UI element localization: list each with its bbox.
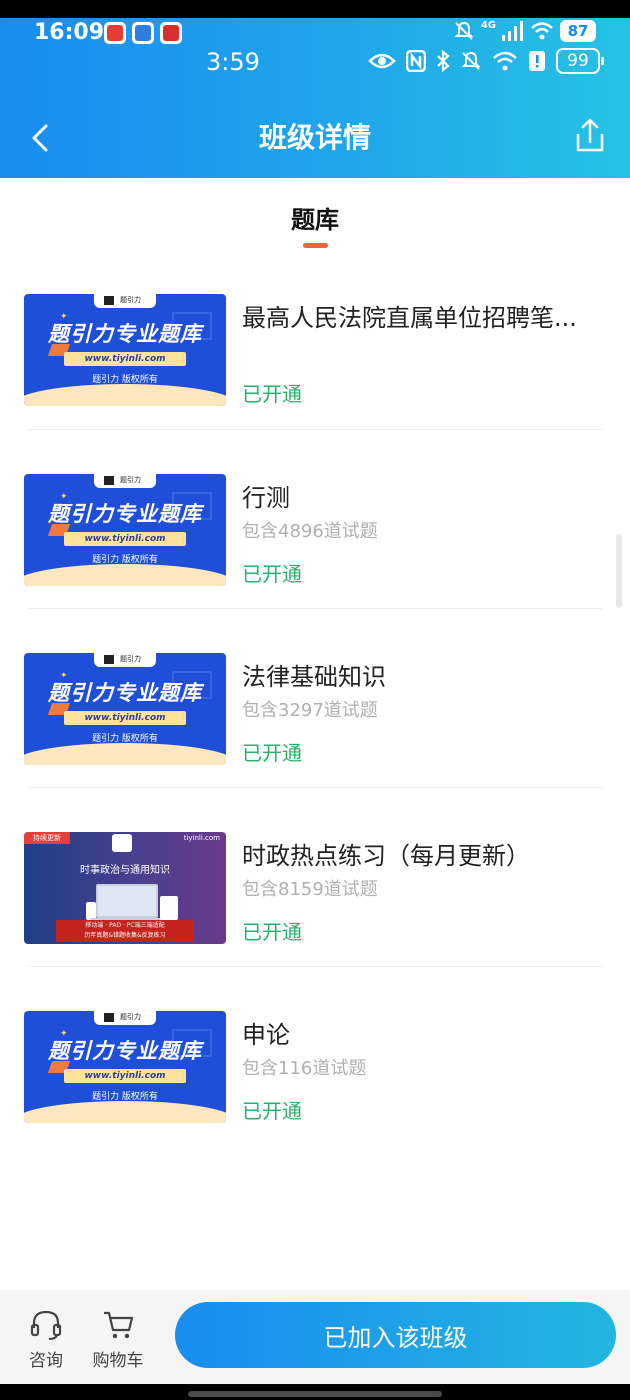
signal-icon bbox=[502, 21, 523, 41]
item-title: 行测 bbox=[242, 484, 290, 512]
app-notification-icon bbox=[132, 22, 154, 44]
item-status: 已开通 bbox=[242, 562, 302, 586]
brand-logo-icon bbox=[104, 476, 114, 485]
item-status: 已开通 bbox=[242, 1099, 302, 1123]
thumbnail-site: tiyinli.com bbox=[183, 834, 220, 842]
tab-active-indicator bbox=[303, 243, 328, 248]
nfc-icon bbox=[406, 50, 426, 72]
item-title: 最高人民法院直属单位招聘笔... bbox=[242, 304, 577, 332]
course-thumbnail: 题引力 ✦ 题引力专业题库 www.tiyinli.com 题引力 版权所有 bbox=[24, 294, 226, 406]
item-question-count: 包含4896道试题 bbox=[242, 521, 378, 542]
course-thumbnail: 题引力 ✦ 题引力专业题库 www.tiyinli.com 题引力 版权所有 bbox=[24, 1011, 226, 1123]
item-status: 已开通 bbox=[242, 920, 302, 944]
thumbnail-feature-line: 移动端 · PAD · PC端三端适配 bbox=[85, 922, 165, 929]
item-status: 已开通 bbox=[242, 741, 302, 765]
wifi-icon bbox=[493, 51, 517, 71]
thumbnail-logo-text: 题引力 bbox=[120, 296, 141, 304]
tab-question-bank[interactable]: 题库 bbox=[0, 200, 630, 235]
page-title: 班级详情 bbox=[258, 121, 371, 154]
thumbnail-feature-box: 移动端 · PAD · PC端三端适配 历年真题&错题收集&反复练习 bbox=[56, 920, 194, 942]
cart-button[interactable]: 购物车 bbox=[88, 1308, 148, 1371]
thumbnail-logo-text: 题引力 bbox=[120, 476, 141, 484]
scrollbar[interactable] bbox=[616, 534, 622, 608]
brand-logo-icon bbox=[104, 296, 114, 305]
item-title: 法律基础知识 bbox=[242, 663, 386, 691]
decorative-wave bbox=[24, 384, 226, 406]
course-thumbnail: 持续更新 tiyinli.com 时事政治与通用知识 移动端 · PAD · P… bbox=[24, 832, 226, 944]
update-tag: 持续更新 bbox=[24, 832, 70, 844]
cart-label: 购物车 bbox=[92, 1351, 144, 1371]
item-question-count: 包含116道试题 bbox=[242, 1058, 367, 1079]
decorative-wave bbox=[24, 564, 226, 586]
system-status-icons: 4G 87 bbox=[453, 20, 596, 42]
thumbnail-feature-line: 历年真题&错题收集&反复练习 bbox=[84, 932, 166, 939]
header: 16:09 4G 87 3:59 99 班级详情 bbox=[0, 0, 630, 178]
system-time: 16:09 bbox=[34, 20, 105, 45]
thumbnail-url: www.tiyinli.com bbox=[64, 711, 186, 725]
brand-logo-icon bbox=[104, 1013, 114, 1022]
thumbnail-logo-text: 题引力 bbox=[120, 1013, 141, 1021]
tablet-icon bbox=[160, 896, 178, 920]
alert-icon bbox=[529, 51, 545, 71]
joined-class-button[interactable]: 已加入该班级 bbox=[175, 1302, 616, 1368]
question-bank-item[interactable]: 题引力 ✦ 题引力专业题库 www.tiyinli.com 题引力 版权所有 申… bbox=[24, 966, 602, 1145]
course-thumbnail: 题引力 ✦ 题引力专业题库 www.tiyinli.com 题引力 版权所有 bbox=[24, 474, 226, 586]
status-strip bbox=[0, 0, 630, 18]
app-battery-indicator: 99 bbox=[556, 48, 604, 74]
thumbnail-url: www.tiyinli.com bbox=[64, 532, 186, 546]
thumbnail-url: www.tiyinli.com bbox=[64, 352, 186, 366]
item-question-count: 包含8159道试题 bbox=[242, 879, 378, 900]
decorative-wave bbox=[24, 743, 226, 765]
cart-icon bbox=[104, 1311, 134, 1339]
bluetooth-icon bbox=[437, 50, 450, 72]
thumbnail-url: www.tiyinli.com bbox=[64, 1069, 186, 1083]
question-bank-item[interactable]: 题引力 ✦ 题引力专业题库 www.tiyinli.com 题引力 版权所有 最… bbox=[24, 250, 602, 429]
question-bank-list: 题引力 ✦ 题引力专业题库 www.tiyinli.com 题引力 版权所有 最… bbox=[0, 250, 630, 1145]
network-type-label: 4G bbox=[480, 19, 496, 31]
battery-indicator: 87 bbox=[560, 20, 596, 42]
app-status-time: 3:59 bbox=[206, 48, 260, 76]
home-gesture-bar[interactable] bbox=[188, 1391, 442, 1397]
wifi-icon bbox=[531, 22, 553, 40]
thumbnail-logo-text: 题引力 bbox=[120, 655, 141, 663]
eye-icon bbox=[368, 53, 396, 69]
question-bank-item[interactable]: 题引力 ✦ 题引力专业题库 www.tiyinli.com 题引力 版权所有 行… bbox=[24, 429, 602, 608]
item-title: 申论 bbox=[242, 1021, 290, 1049]
item-title: 时政热点练习（每月更新） bbox=[242, 842, 530, 870]
item-question-count: 包含3297道试题 bbox=[242, 700, 378, 721]
question-bank-item[interactable]: 题引力 ✦ 题引力专业题库 www.tiyinli.com 题引力 版权所有 法… bbox=[24, 608, 602, 787]
course-thumbnail: 题引力 ✦ 题引力专业题库 www.tiyinli.com 题引力 版权所有 bbox=[24, 653, 226, 765]
share-button[interactable] bbox=[570, 116, 610, 156]
bottom-action-bar: 咨询 购物车 已加入该班级 bbox=[0, 1290, 630, 1384]
brand-logo-icon bbox=[104, 655, 114, 664]
app-notification-icon bbox=[104, 22, 126, 44]
item-status: 已开通 bbox=[242, 382, 302, 406]
thumbnail-title: 时事政治与通用知识 bbox=[80, 865, 170, 876]
bell-muted-icon bbox=[454, 21, 474, 40]
bell-muted-icon bbox=[461, 51, 481, 70]
consult-label: 咨询 bbox=[29, 1351, 63, 1371]
laptop-icon bbox=[96, 884, 158, 918]
question-bank-item[interactable]: 持续更新 tiyinli.com 时事政治与通用知识 移动端 · PAD · P… bbox=[24, 787, 602, 966]
screen: 16:09 4G 87 3:59 99 班级详情 题库 题引力 ✦ 题引力专业题… bbox=[0, 0, 630, 1400]
brand-logo-icon bbox=[112, 834, 132, 852]
app-status-icons: 99 bbox=[368, 48, 604, 74]
headset-icon bbox=[30, 1310, 62, 1340]
decorative-wave bbox=[24, 1101, 226, 1123]
app-notification-icon bbox=[160, 22, 182, 44]
consult-button[interactable]: 咨询 bbox=[16, 1308, 76, 1371]
